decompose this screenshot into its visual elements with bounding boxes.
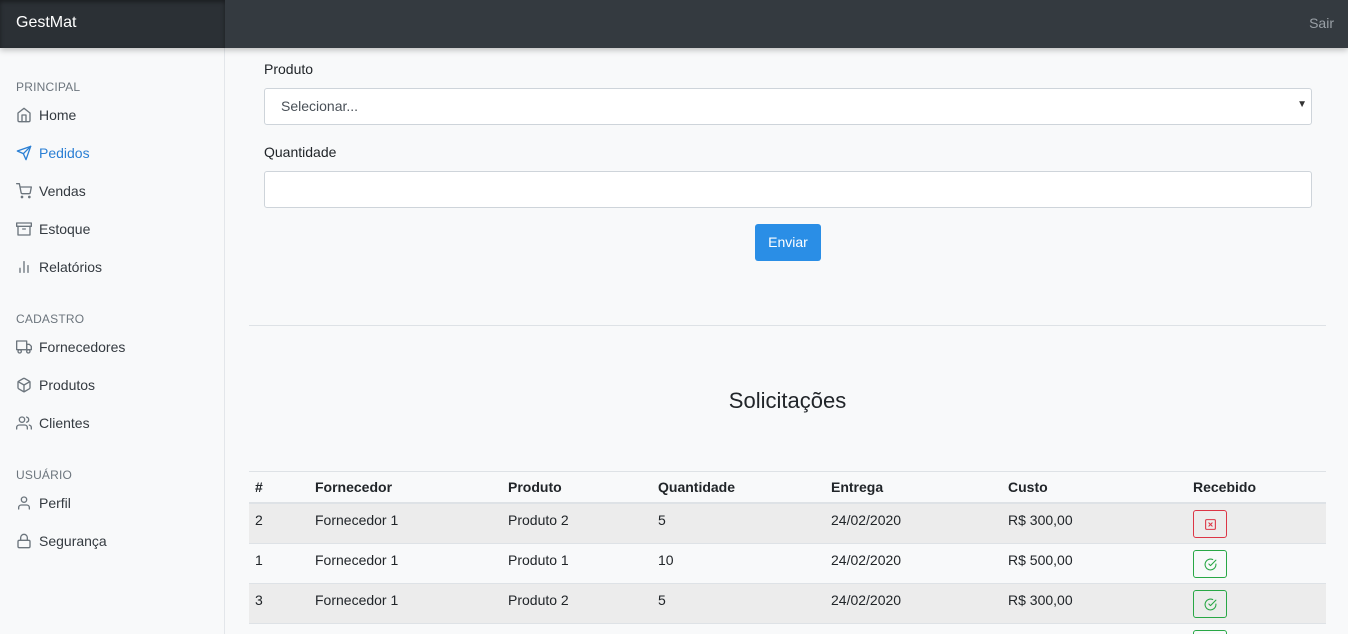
lock-icon [17, 533, 31, 549]
check-circle-icon [1204, 598, 1217, 610]
sidebar: PRINCIPAL Home Pedidos Vendas Estoque Re… [0, 48, 225, 634]
cell-received [1187, 582, 1326, 623]
quantity-label: Quantidade [264, 144, 337, 160]
sidebar-item-label: Pedidos [39, 145, 90, 161]
cell-supplier: Fornecedor 1 [309, 542, 502, 583]
requests-table: # Fornecedor Produto Quantidade Entrega … [249, 471, 1326, 634]
cell-cost: R$ 300,00 [1002, 582, 1187, 623]
sidebar-item-label: Relatórios [39, 259, 103, 275]
cell-quantity: 5 [652, 582, 825, 623]
sidebar-item-estoque[interactable]: Estoque [16, 218, 90, 240]
sidebar-item-label: Clientes [39, 415, 90, 431]
requests-title: Solicitações [728, 388, 847, 413]
sidebar-item-label: Vendas [39, 183, 86, 199]
table-row: 3 Fornecedor 1 Produto 2 5 24/02/2020 R$… [249, 582, 1326, 623]
box-icon [17, 377, 31, 393]
cell-id: 5 [249, 622, 309, 634]
sidebar-item-label: Home [39, 107, 77, 123]
section-divider [249, 325, 1326, 326]
sidebar-item-clientes[interactable]: Clientes [16, 412, 90, 434]
column-header: Produto [502, 471, 652, 504]
check-circle-icon [1204, 558, 1217, 570]
cell-product: Produto 2 [502, 582, 652, 623]
cell-quantity: 10 [652, 622, 825, 634]
sidebar-heading-cadastro: CADASTRO [16, 312, 85, 326]
bar-chart-icon [19, 261, 29, 273]
cell-id: 3 [249, 582, 309, 623]
top-navbar: GestMat Sair [0, 0, 1348, 48]
sidebar-item-pedidos[interactable]: Pedidos [16, 142, 90, 164]
cell-delivery: 24/02/2020 [825, 502, 1002, 543]
sidebar-heading-usuario: USUÁRIO [16, 468, 73, 482]
sidebar-item-label: Fornecedores [39, 339, 126, 355]
column-header: Recebido [1187, 471, 1326, 504]
column-header: Quantidade [652, 471, 825, 504]
sidebar-item-fornecedores[interactable]: Fornecedores [16, 336, 125, 358]
cell-received [1187, 502, 1326, 543]
product-select[interactable]: Selecionar... ▼ [264, 88, 1312, 125]
cell-received [1187, 622, 1326, 634]
cell-cost: R$ 300,00 [1002, 502, 1187, 543]
table-header-row: # Fornecedor Produto Quantidade Entrega … [249, 471, 1326, 504]
table-row: 2 Fornecedor 1 Produto 2 5 24/02/2020 R$… [249, 502, 1326, 543]
sidebar-item-label: Segurança [39, 533, 107, 549]
cell-supplier: Fornecedor 1 [309, 582, 502, 623]
cell-supplier: Fornecedor 2 [309, 622, 502, 634]
home-icon [17, 107, 31, 123]
mark-received-button[interactable] [1193, 509, 1227, 538]
table-row: 1 Fornecedor 1 Produto 1 10 24/02/2020 R… [249, 542, 1326, 583]
cell-received [1187, 542, 1326, 583]
sidebar-item-relatorios[interactable]: Relatórios [16, 256, 102, 278]
send-icon [16, 145, 32, 161]
column-header: Custo [1002, 471, 1187, 504]
product-label: Produto [264, 61, 314, 77]
column-header: # [249, 471, 309, 504]
cell-product: Produto 2 [502, 502, 652, 543]
cell-quantity: 10 [652, 542, 825, 583]
received-button[interactable] [1193, 589, 1227, 618]
cell-id: 1 [249, 542, 309, 583]
sidebar-item-produtos[interactable]: Produtos [16, 374, 95, 396]
cell-supplier: Fornecedor 1 [309, 502, 502, 543]
users-icon [16, 416, 32, 430]
brand-logo[interactable]: GestMat [0, 0, 225, 48]
truck-icon [16, 340, 32, 354]
signout-link[interactable]: Sair [1309, 15, 1334, 31]
sidebar-heading-principal: PRINCIPAL [16, 80, 81, 94]
cell-id: 2 [249, 502, 309, 543]
archive-icon [16, 222, 32, 236]
product-select-value: Selecionar... [281, 98, 359, 114]
received-button[interactable] [1193, 629, 1227, 634]
cell-cost: R$ 900,00 [1002, 622, 1187, 634]
sidebar-item-label: Produtos [39, 377, 96, 393]
sidebar-item-vendas[interactable]: Vendas [16, 180, 86, 202]
user-icon [18, 496, 30, 510]
column-header: Fornecedor [309, 471, 502, 504]
cell-product: Produto 1 [502, 542, 652, 583]
x-square-icon [1205, 518, 1216, 530]
cart-icon [16, 183, 32, 199]
cell-cost: R$ 500,00 [1002, 542, 1187, 583]
cell-delivery: 24/02/2020 [825, 582, 1002, 623]
received-button[interactable] [1193, 549, 1227, 578]
sidebar-item-home[interactable]: Home [16, 104, 76, 126]
sidebar-item-label: Perfil [39, 495, 71, 511]
cell-product: Produto 5 [502, 622, 652, 634]
caret-down-icon: ▼ [1297, 99, 1307, 110]
sidebar-item-seguranca[interactable]: Segurança [16, 530, 107, 552]
table-row: 5 Fornecedor 2 Produto 5 10 27/02/2020 R… [249, 622, 1326, 634]
submit-button[interactable]: Enviar [755, 224, 821, 261]
sidebar-item-label: Estoque [39, 221, 91, 237]
cell-delivery: 27/02/2020 [825, 622, 1002, 634]
column-header: Entrega [825, 471, 1002, 504]
main-content: Produto Selecionar... ▼ Quantidade Envia… [225, 48, 1348, 634]
quantity-input[interactable] [264, 171, 1312, 208]
cell-quantity: 5 [652, 502, 825, 543]
sidebar-item-perfil[interactable]: Perfil [16, 492, 71, 514]
cell-delivery: 24/02/2020 [825, 542, 1002, 583]
